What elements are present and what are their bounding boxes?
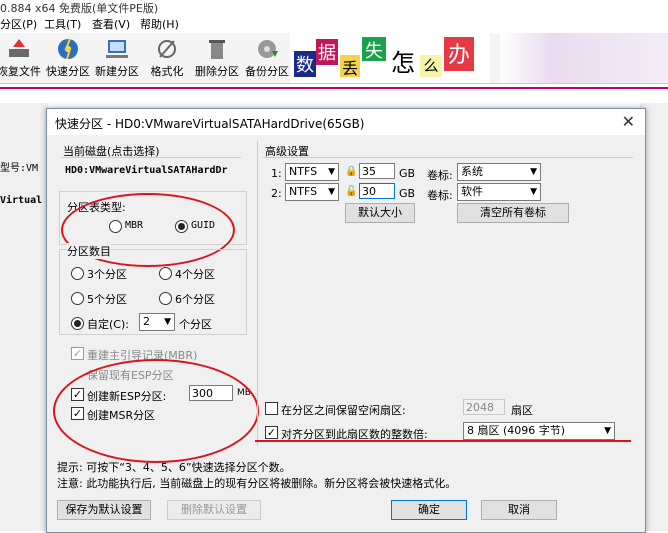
align-select[interactable]: 8 扇区 (4096 字节) ▼ bbox=[463, 422, 615, 440]
menu-bar: 分区(P) 工具(T) 查看(V) 帮助(H) bbox=[0, 14, 668, 32]
partition-count-label: 分区数目 bbox=[67, 243, 111, 259]
note-text: 注意: 此功能执行后, 当前磁盘上的现有分区将被删除。新分区将会被快速格式化。 bbox=[57, 477, 457, 490]
backup-disk-icon bbox=[258, 40, 278, 58]
count-3-radio[interactable] bbox=[71, 267, 84, 280]
menu-partition[interactable]: 分区(P) bbox=[0, 16, 37, 32]
menu-view[interactable]: 查看(V) bbox=[92, 16, 130, 32]
recover-icon bbox=[9, 39, 29, 57]
recover-files-button[interactable]: 恢复文件 bbox=[0, 33, 44, 83]
clear-labels-button[interactable]: 清空所有卷标 bbox=[457, 203, 569, 223]
format-icon bbox=[158, 40, 176, 58]
create-esp-checkbox[interactable]: ✓ bbox=[71, 388, 84, 401]
disk-info-panel: 型号:VM Virtual bbox=[0, 103, 48, 531]
count-6-radio[interactable] bbox=[159, 292, 172, 305]
chevron-down-icon: ▼ bbox=[604, 426, 611, 436]
create-msr-checkbox[interactable]: ✓ bbox=[71, 407, 84, 420]
app-title: 0.884 x64 免费版(单文件PE版) bbox=[0, 0, 668, 14]
annotation-underline bbox=[255, 440, 631, 442]
divider bbox=[257, 141, 258, 446]
esp-size-input[interactable]: 300 bbox=[189, 385, 233, 401]
hint-text: 提示: 可按下“3、4、5、6”快速选择分区个数。 bbox=[57, 461, 291, 474]
fs-select-2[interactable]: NTFS ▼ bbox=[285, 183, 339, 201]
chevron-down-icon: ▼ bbox=[164, 317, 171, 327]
unlock-icon[interactable]: 🔓 bbox=[345, 186, 357, 197]
disk-lightning-icon bbox=[58, 38, 78, 60]
menu-help[interactable]: 帮助(H) bbox=[140, 16, 179, 32]
align-checkbox[interactable]: ✓ bbox=[265, 426, 278, 439]
count-4-radio[interactable] bbox=[159, 267, 172, 280]
volume-label-select-1[interactable]: 系统 ▼ bbox=[457, 163, 541, 181]
mbr-radio[interactable] bbox=[109, 220, 122, 233]
keep-free-input[interactable]: 2048 bbox=[463, 399, 505, 415]
blurred-area bbox=[500, 33, 668, 83]
trash-icon bbox=[209, 40, 225, 59]
current-disk-value[interactable]: HD0:VMwareVirtualSATAHardDr bbox=[65, 165, 228, 176]
save-default-button[interactable]: 保存为默认设置 bbox=[57, 500, 151, 520]
backup-partition-button[interactable]: 备份分区 bbox=[242, 33, 292, 83]
keep-free-checkbox[interactable] bbox=[265, 402, 278, 415]
new-partition-button[interactable]: 新建分区 bbox=[92, 33, 142, 83]
guid-radio[interactable] bbox=[175, 220, 188, 233]
computer-icon bbox=[106, 40, 128, 58]
partition-table-label: 分区表类型: bbox=[67, 199, 126, 215]
menu-tools[interactable]: 工具(T) bbox=[44, 16, 81, 32]
quick-partition-dialog: 快速分区 - HD0:VMwareVirtualSATAHardDrive(65… bbox=[46, 108, 646, 533]
close-icon[interactable]: ✕ bbox=[622, 112, 635, 131]
chevron-down-icon: ▼ bbox=[328, 187, 335, 197]
delete-default-button[interactable]: 删除默认设置 bbox=[167, 500, 261, 520]
keep-esp-label: 保留现有ESP分区 bbox=[87, 369, 174, 382]
quick-partition-button[interactable]: 快速分区 bbox=[43, 33, 93, 83]
cancel-button[interactable]: 取消 bbox=[481, 500, 557, 520]
count-5-radio[interactable] bbox=[71, 292, 84, 305]
ok-button[interactable]: 确定 bbox=[391, 500, 467, 520]
volume-label-select-2[interactable]: 软件 ▼ bbox=[457, 183, 541, 201]
rebuild-mbr-checkbox[interactable]: ✓ bbox=[71, 347, 84, 360]
chevron-down-icon: ▼ bbox=[328, 167, 335, 177]
chevron-down-icon: ▼ bbox=[530, 167, 537, 177]
delete-partition-button[interactable]: 删除分区 bbox=[192, 33, 242, 83]
custom-count-radio[interactable] bbox=[71, 317, 84, 330]
size-input-2[interactable]: 30 bbox=[359, 183, 395, 199]
fs-select-1[interactable]: NTFS ▼ bbox=[285, 163, 339, 181]
dialog-titlebar: 快速分区 - HD0:VMwareVirtualSATAHardDrive(65… bbox=[47, 109, 645, 135]
size-input-1[interactable]: 35 bbox=[359, 163, 395, 179]
divider bbox=[263, 157, 633, 158]
format-button[interactable]: 格式化 bbox=[142, 33, 192, 83]
custom-count-select[interactable]: 2 ▼ bbox=[139, 313, 175, 331]
chevron-down-icon: ▼ bbox=[530, 187, 537, 197]
lock-icon[interactable]: 🔒 bbox=[345, 166, 357, 177]
default-size-button[interactable]: 默认大小 bbox=[345, 203, 415, 223]
ad-banner[interactable]: 数 据 丢 失 怎 么 办 bbox=[290, 33, 490, 83]
accent-strip bbox=[0, 87, 668, 103]
dialog-title: 快速分区 - HD0:VMwareVirtualSATAHardDrive(65… bbox=[55, 117, 365, 131]
divider bbox=[61, 157, 241, 158]
